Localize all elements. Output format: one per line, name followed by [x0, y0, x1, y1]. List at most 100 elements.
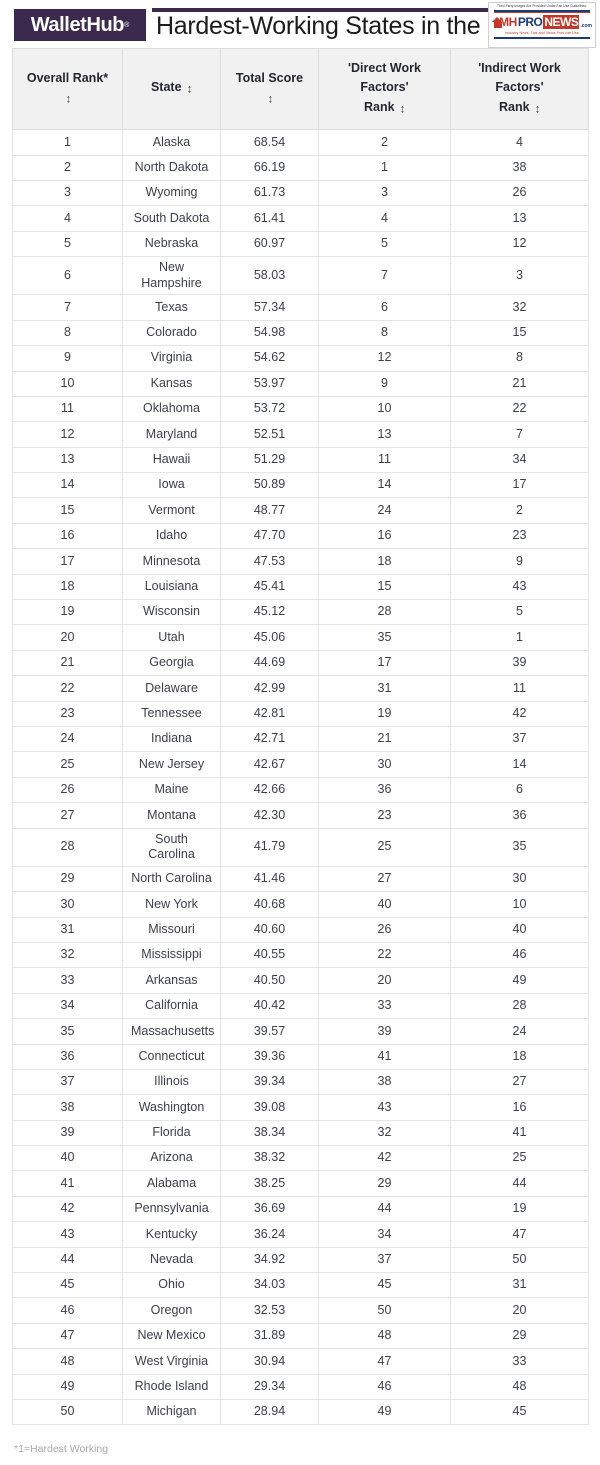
indirect-rank-cell: 12 [450, 230, 589, 258]
table-row: 15 Vermont 48.77 24 2 [12, 497, 589, 524]
direct-rank-cell: 45 [318, 1272, 451, 1299]
direct-rank-cell: 50 [318, 1297, 451, 1324]
column-header-direct-work-factors-rank[interactable]: 'Direct Work Factors' Rank ↕ [318, 47, 451, 131]
table-row: 24 Indiana 42.71 21 37 [12, 725, 589, 753]
indirect-rank-cell: 19 [450, 1195, 589, 1223]
direct-rank-cell: 25 [318, 827, 451, 867]
indirect-rank-cell: 41 [450, 1119, 589, 1147]
score-cell: 53.97 [220, 370, 319, 397]
column-header-state[interactable]: State ↕ [122, 47, 221, 131]
direct-rank-cell: 47 [318, 1348, 451, 1375]
state-cell: South Carolina [122, 827, 221, 867]
sort-toggle-icon[interactable]: ↕ [535, 103, 540, 116]
indirect-rank-cell: 30 [450, 865, 589, 893]
rank-cell: 7 [12, 294, 123, 321]
state-cell: Missouri [122, 916, 221, 943]
score-cell: 54.98 [220, 319, 319, 347]
state-cell: Delaware [122, 675, 221, 702]
score-cell: 40.55 [220, 941, 319, 969]
rank-cell: 11 [12, 395, 123, 423]
score-cell: 47.53 [220, 548, 319, 575]
indirect-rank-cell: 43 [450, 573, 589, 601]
score-cell: 61.73 [220, 179, 319, 207]
direct-rank-cell: 35 [318, 624, 451, 651]
table-row: 31 Missouri 40.60 26 40 [12, 916, 589, 943]
table-footnote: *1=Hardest Working [14, 1443, 109, 1456]
direct-rank-cell: 16 [318, 522, 451, 550]
sort-toggle-icon[interactable]: ↕ [187, 84, 192, 97]
direct-rank-cell: 22 [318, 941, 451, 969]
rank-cell: 17 [12, 548, 123, 575]
direct-rank-cell: 8 [318, 319, 451, 347]
state-cell: Connecticut [122, 1043, 221, 1070]
score-cell: 42.99 [220, 675, 319, 702]
column-header-indirect-work-factors-rank[interactable]: 'Indirect Work Factors' Rank ↕ [450, 47, 589, 131]
score-cell: 42.67 [220, 751, 319, 778]
indirect-rank-cell: 40 [450, 916, 589, 943]
state-cell: Tennessee [122, 700, 221, 727]
direct-rank-cell: 1 [318, 154, 451, 181]
table-row: 42 Pennsylvania 36.69 44 19 [12, 1195, 589, 1223]
state-cell: New Mexico [122, 1322, 221, 1350]
table-row: 35 Massachusetts 39.57 39 24 [12, 1018, 589, 1045]
column-header-overall-rank[interactable]: Overall Rank* ↕ [12, 47, 123, 131]
direct-rank-cell: 34 [318, 1221, 451, 1248]
column-header-total-score[interactable]: Total Score ↕ [220, 47, 319, 131]
score-cell: 40.42 [220, 992, 319, 1020]
indirect-rank-cell: 8 [450, 345, 589, 372]
rank-cell: 44 [12, 1246, 123, 1274]
direct-rank-cell: 33 [318, 992, 451, 1020]
indirect-rank-cell: 37 [450, 725, 589, 753]
score-cell: 34.03 [220, 1272, 319, 1299]
score-cell: 42.30 [220, 802, 319, 829]
indirect-rank-cell: 48 [450, 1373, 589, 1400]
rank-cell: 6 [12, 256, 123, 296]
table-row: 7 Texas 57.34 6 32 [12, 294, 589, 321]
logo-top-rule [494, 9, 590, 13]
score-cell: 60.97 [220, 230, 319, 258]
rank-cell: 43 [12, 1221, 123, 1248]
score-cell: 45.06 [220, 624, 319, 651]
table-row: 44 Nevada 34.92 37 50 [12, 1246, 589, 1274]
direct-rank-cell: 12 [318, 345, 451, 372]
score-cell: 40.60 [220, 916, 319, 943]
rank-cell: 37 [12, 1068, 123, 1096]
score-cell: 28.94 [220, 1398, 319, 1426]
direct-rank-cell: 7 [318, 256, 451, 296]
indirect-rank-cell: 4 [450, 129, 589, 156]
wallethub-logo[interactable]: WalletHub ® [14, 9, 146, 41]
table-row: 33 Arkansas 40.50 20 49 [12, 967, 589, 994]
rank-cell: 23 [12, 700, 123, 727]
rank-cell: 35 [12, 1018, 123, 1045]
direct-rank-cell: 32 [318, 1119, 451, 1147]
table-row: 13 Hawaii 51.29 11 34 [12, 446, 589, 474]
table-row: 14 Iowa 50.89 14 17 [12, 472, 589, 499]
table-row: 48 West Virginia 30.94 47 33 [12, 1348, 589, 1375]
registered-trademark-icon: ® [124, 21, 130, 29]
column-header-direct-line2: Factors' [360, 80, 409, 95]
state-cell: Maine [122, 776, 221, 804]
sort-toggle-icon[interactable]: ↕ [66, 94, 71, 106]
table-container: Overall Rank* ↕ State ↕ Total Score ↕ 'D… [0, 47, 600, 1426]
indirect-rank-cell: 5 [450, 599, 589, 626]
rank-cell: 29 [12, 865, 123, 893]
state-cell: Michigan [122, 1398, 221, 1426]
indirect-rank-cell: 13 [450, 205, 589, 232]
table-row: 32 Mississippi 40.55 22 46 [12, 941, 589, 969]
table-row: 17 Minnesota 47.53 18 9 [12, 548, 589, 575]
table-row: 34 California 40.42 33 28 [12, 992, 589, 1020]
sort-toggle-icon[interactable]: ↕ [268, 94, 273, 106]
score-cell: 66.19 [220, 154, 319, 181]
sort-toggle-icon[interactable]: ↕ [400, 103, 405, 116]
mhpronews-watermark-logo[interactable]: Third Party Images Are Provided Under Fa… [488, 2, 596, 48]
state-cell: Virginia [122, 345, 221, 372]
table-row: 27 Montana 42.30 23 36 [12, 802, 589, 829]
table-row: 37 Illinois 39.34 38 27 [12, 1068, 589, 1096]
score-cell: 39.34 [220, 1068, 319, 1096]
table-row: 8 Colorado 54.98 8 15 [12, 319, 589, 347]
score-cell: 38.34 [220, 1119, 319, 1147]
rank-cell: 4 [12, 205, 123, 232]
score-cell: 39.36 [220, 1043, 319, 1070]
direct-rank-cell: 21 [318, 725, 451, 753]
score-cell: 42.71 [220, 725, 319, 753]
